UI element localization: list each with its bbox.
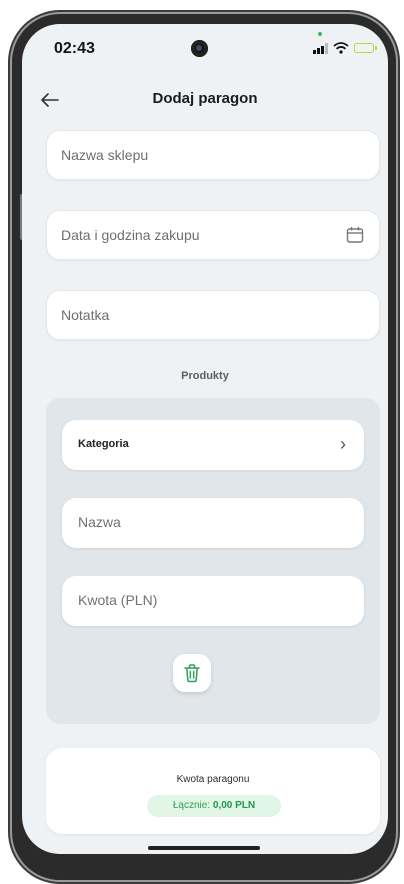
signal-icon xyxy=(313,42,328,54)
store-name-field[interactable]: Nazwa sklepu xyxy=(46,130,380,180)
product-amount-placeholder: Kwota (PLN) xyxy=(78,592,158,608)
home-indicator[interactable] xyxy=(148,846,260,850)
product-name-field[interactable]: Nazwa xyxy=(62,498,364,548)
products-section-label: Produkty xyxy=(181,370,229,382)
trash-icon xyxy=(184,664,200,683)
total-value: 0,00 PLN xyxy=(212,800,256,811)
chevron-right-icon: › xyxy=(340,434,346,454)
product-name-placeholder: Nazwa xyxy=(78,514,121,530)
receipt-amount-title: Kwota paragonu xyxy=(176,774,250,785)
wifi-icon xyxy=(333,42,349,54)
app-screen: 02:43 Dodaj paragon Nazwa sklepu Data i … xyxy=(22,24,388,854)
product-card: Kategoria › Nazwa Kwota (PLN) xyxy=(46,398,380,724)
privacy-indicator-icon xyxy=(318,32,322,36)
header: Dodaj paragon xyxy=(22,80,388,120)
front-camera-icon xyxy=(191,40,208,57)
status-bar: 02:43 xyxy=(22,24,388,76)
product-amount-field[interactable]: Kwota (PLN) xyxy=(62,576,364,626)
battery-icon xyxy=(354,43,377,53)
receipt-summary: Kwota paragonu Łącznie: 0,00 PLN xyxy=(46,748,380,834)
note-placeholder: Notatka xyxy=(61,307,110,323)
purchase-datetime-placeholder: Data i godzina zakupu xyxy=(61,227,200,243)
category-label: Kategoria xyxy=(78,438,129,450)
delete-product-button[interactable] xyxy=(173,654,211,692)
store-name-placeholder: Nazwa sklepu xyxy=(61,147,149,163)
total-prefix: Łącznie: xyxy=(172,800,213,811)
page-title: Dodaj paragon xyxy=(152,90,258,107)
status-icons xyxy=(313,42,377,54)
status-time: 02:43 xyxy=(54,40,95,57)
purchase-datetime-field[interactable]: Data i godzina zakupu xyxy=(46,210,380,260)
note-field[interactable]: Notatka xyxy=(46,290,380,340)
category-selector[interactable]: Kategoria › xyxy=(62,420,364,470)
total-badge: Łącznie: 0,00 PLN xyxy=(147,795,281,817)
calendar-icon[interactable] xyxy=(345,225,365,245)
